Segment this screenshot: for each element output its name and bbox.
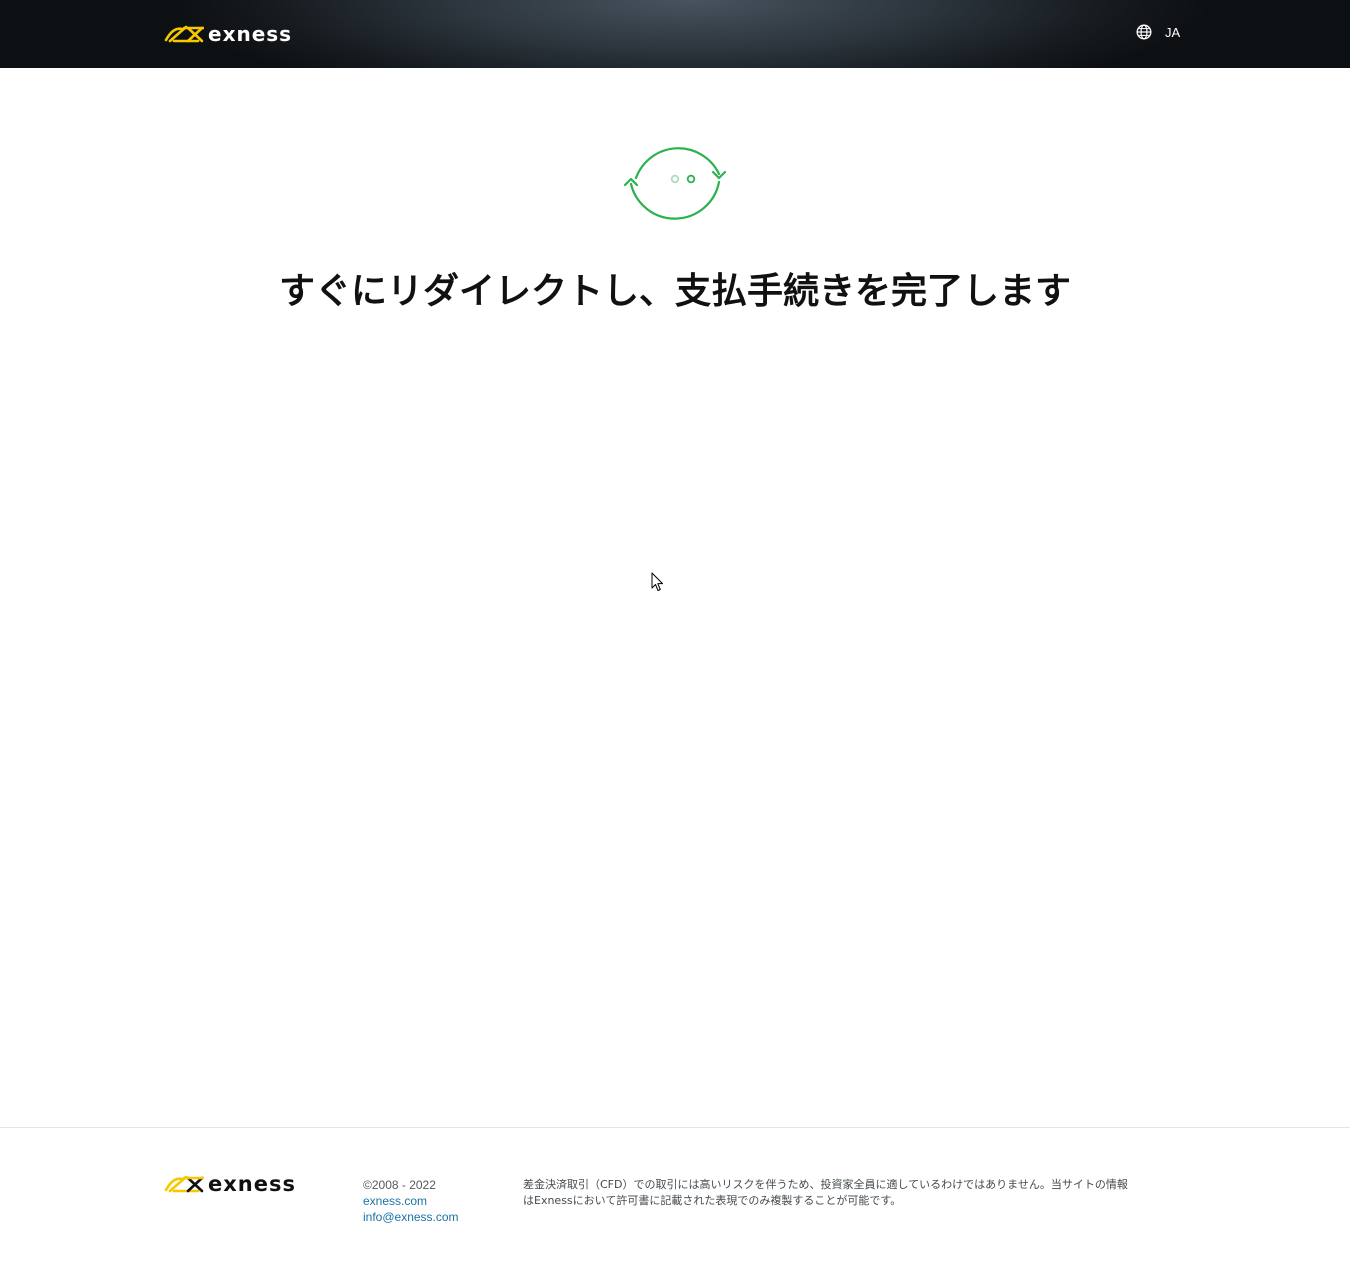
- exness-logo-mark-icon: [164, 1175, 204, 1193]
- page: exness JA すぐにリダイレクトし、支払手続きを完了します exness …: [0, 0, 1350, 1272]
- redirect-heading: すぐにリダイレクトし、支払手続きを完了します: [278, 271, 1071, 312]
- copyright-text: ©2008 - 2022: [363, 1178, 436, 1192]
- exness-logo-mark-icon: [164, 25, 204, 43]
- globe-icon: [1136, 24, 1152, 40]
- mouse-cursor-icon: [651, 572, 663, 591]
- redirect-loader-icon: [623, 147, 727, 220]
- exness-logo[interactable]: exness: [164, 22, 292, 46]
- email-link[interactable]: info@exness.com: [363, 1209, 459, 1225]
- footer-logo-text: exness: [208, 1172, 296, 1196]
- footer-exness-logo[interactable]: exness: [164, 1172, 296, 1196]
- disclaimer-line-2: はExnessにおいて許可書に記載された表現でのみ複製することが可能です。: [523, 1194, 902, 1207]
- language-selector[interactable]: JA: [1136, 23, 1180, 41]
- disclaimer-line-1: 差金決済取引（CFD）での取引には高いリスクを伴うため、投資家全員に適しているわ…: [523, 1178, 1128, 1191]
- footer-divider: [0, 1127, 1350, 1128]
- risk-disclaimer: 差金決済取引（CFD）での取引には高いリスクを伴うため、投資家全員に適しているわ…: [523, 1177, 1191, 1209]
- language-label: JA: [1165, 24, 1181, 40]
- site-link[interactable]: exness.com: [363, 1193, 459, 1209]
- logo-text: exness: [208, 22, 293, 46]
- top-bar: exness JA: [0, 0, 1350, 68]
- footer-contact: ©2008 - 2022 exness.com info@exness.com: [363, 1177, 459, 1225]
